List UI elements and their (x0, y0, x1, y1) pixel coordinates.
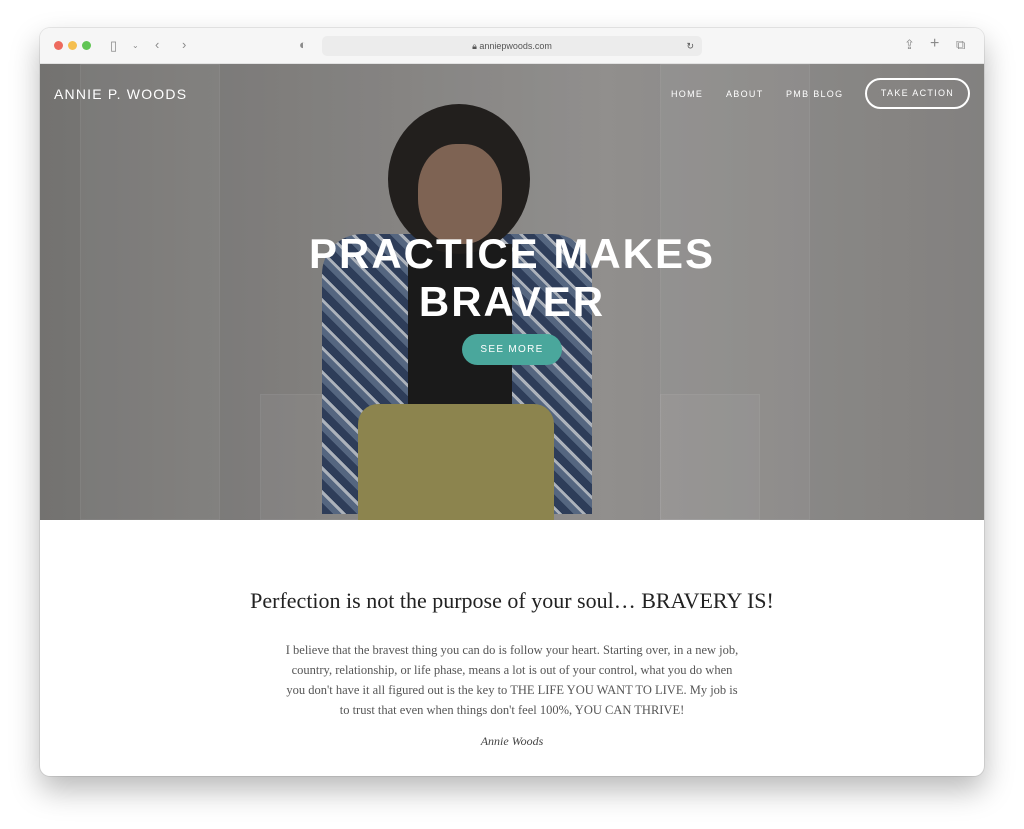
close-window-button[interactable] (54, 41, 63, 50)
nav-about[interactable]: ABOUT (726, 89, 764, 99)
tabs-overview-icon[interactable]: ⧉ (956, 38, 965, 52)
sidebar-icon[interactable]: ▯ (110, 39, 117, 53)
maximize-window-button[interactable] (82, 41, 91, 50)
new-tab-icon[interactable]: + (930, 36, 939, 52)
hero-section: ANNIE P. WOODS HOME ABOUT PMB BLOG TAKE … (40, 64, 984, 520)
browser-toolbar: ▯ ⌄ ‹ › ◐ 🔒︎ anniepwoods.com ↻ ⇪ + ⧉ (40, 28, 984, 64)
hero-title-line1: PRACTICE MAKES (308, 230, 716, 277)
address-bar[interactable]: 🔒︎ anniepwoods.com ↻ (322, 36, 702, 56)
browser-window: ▯ ⌄ ‹ › ◐ 🔒︎ anniepwoods.com ↻ ⇪ + ⧉ ANNI… (40, 28, 984, 776)
take-action-button[interactable]: TAKE ACTION (865, 78, 970, 109)
minimize-window-button[interactable] (68, 41, 77, 50)
signature: Annie Woods (480, 734, 544, 748)
nav-pmb-blog[interactable]: PMB BLOG (786, 89, 843, 99)
forward-icon[interactable]: › (182, 38, 186, 52)
intro-section: Perfection is not the purpose of your so… (40, 520, 984, 776)
nav-home[interactable]: HOME (671, 89, 703, 99)
see-more-button[interactable]: SEE MORE (462, 334, 562, 365)
share-icon[interactable]: ⇪ (904, 38, 915, 52)
hero-title-line2: BRAVER (418, 278, 606, 325)
site-logo[interactable]: ANNIE P. WOODS (54, 86, 187, 102)
shield-icon[interactable]: ◐ (299, 38, 307, 52)
hero-title: PRACTICE MAKES BRAVER (40, 230, 984, 326)
chevron-down-icon[interactable]: ⌄ (132, 39, 139, 53)
reload-icon[interactable]: ↻ (686, 36, 694, 56)
intro-paragraph: I believe that the bravest thing you can… (285, 643, 739, 717)
quote-heading: Perfection is not the purpose of your so… (250, 588, 774, 613)
url-text: anniepwoods.com (479, 41, 552, 51)
back-icon[interactable]: ‹ (155, 38, 159, 52)
